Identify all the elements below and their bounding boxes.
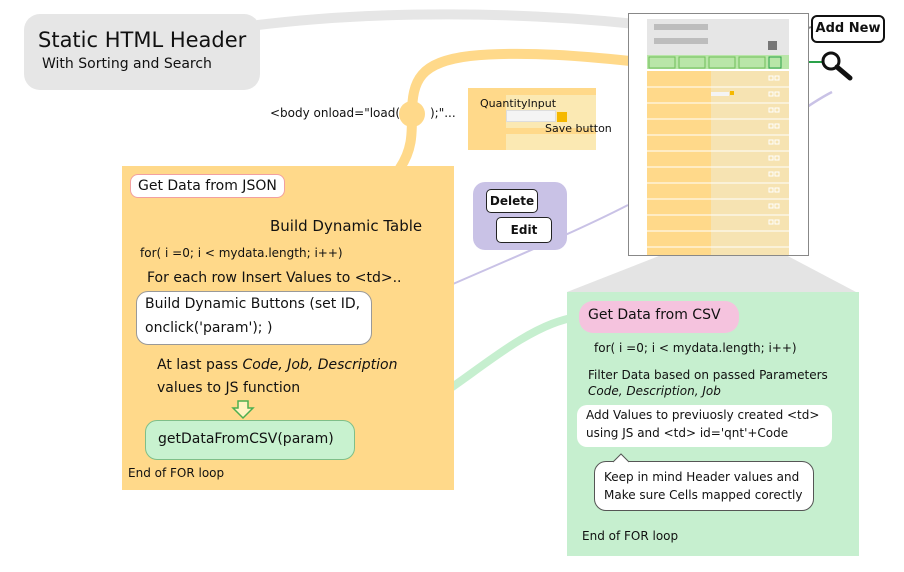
csv-for-loop: for( i =0; i < mydata.length; i++) bbox=[594, 341, 797, 355]
build-table-text: Build Dynamic Table bbox=[270, 217, 423, 235]
csv-end-loop: End of FOR loop bbox=[582, 529, 679, 543]
last-pass-params: Code, Job, Description bbox=[242, 357, 398, 373]
delete-button[interactable]: Delete bbox=[486, 189, 538, 213]
table-body-right bbox=[711, 71, 789, 255]
add-new-button[interactable]: Add New bbox=[811, 15, 885, 43]
last-pass-line2: values to JS function bbox=[157, 380, 301, 396]
header-box bbox=[24, 14, 260, 90]
table-preview bbox=[628, 13, 809, 256]
filter-line1: Filter Data based on passed Parameters bbox=[588, 368, 828, 382]
add-values-line1: Add Values to previuosly created <td> bbox=[586, 408, 820, 422]
build-buttons-line2: onclick('param'); ) bbox=[145, 320, 273, 336]
each-row-text: For each row Insert Values to <td>.. bbox=[147, 270, 402, 286]
save-button-label: Save button bbox=[545, 122, 612, 135]
quantity-panel-row bbox=[468, 88, 596, 95]
json-panel-title: Get Data from JSON bbox=[130, 174, 285, 198]
function-call-text: getDataFromCSV(param) bbox=[158, 431, 334, 447]
search-icon[interactable] bbox=[820, 50, 856, 82]
last-pass-line1: At last pass Code, Job, Description bbox=[157, 357, 397, 373]
table-header-line bbox=[654, 38, 708, 44]
save-button[interactable] bbox=[557, 112, 567, 122]
table-csv-cone bbox=[567, 254, 856, 292]
onload-dot bbox=[399, 101, 425, 127]
header-subtitle: With Sorting and Search bbox=[42, 56, 212, 72]
last-pass-prefix: At last pass bbox=[157, 357, 243, 373]
quantity-input[interactable] bbox=[506, 110, 556, 122]
note-callout-tail bbox=[612, 453, 630, 463]
down-arrow-icon bbox=[231, 400, 255, 420]
header-title: Static HTML Header bbox=[38, 28, 247, 52]
add-new-mini-button bbox=[768, 41, 777, 50]
filter-line2: Code, Description, Job bbox=[588, 384, 721, 398]
table-save-mini bbox=[730, 91, 734, 95]
table-preview-drawing bbox=[647, 19, 789, 255]
note-box bbox=[594, 461, 814, 511]
json-for-loop: for( i =0; i < mydata.length; i++) bbox=[140, 246, 343, 260]
quantity-input-label: QuantityInput bbox=[480, 97, 557, 110]
note-line1: Keep in mind Header values and bbox=[604, 470, 800, 484]
edit-button[interactable]: Edit bbox=[496, 217, 552, 243]
onload-prefix: <body onload="load( bbox=[270, 106, 401, 120]
onload-suffix: );"... bbox=[430, 106, 456, 120]
table-header-line bbox=[654, 24, 708, 30]
build-buttons-line1: Build Dynamic Buttons (set ID, bbox=[145, 296, 361, 312]
table-body-left bbox=[647, 71, 711, 255]
csv-panel-title: Get Data from CSV bbox=[588, 307, 721, 323]
add-values-line2: using JS and <td> id='qnt'+Code bbox=[586, 426, 789, 440]
header-connector bbox=[253, 9, 641, 30]
note-line2: Make sure Cells mapped corectly bbox=[604, 488, 803, 502]
table-qty-input-mini bbox=[711, 92, 729, 96]
json-end-loop: End of FOR loop bbox=[128, 466, 225, 480]
